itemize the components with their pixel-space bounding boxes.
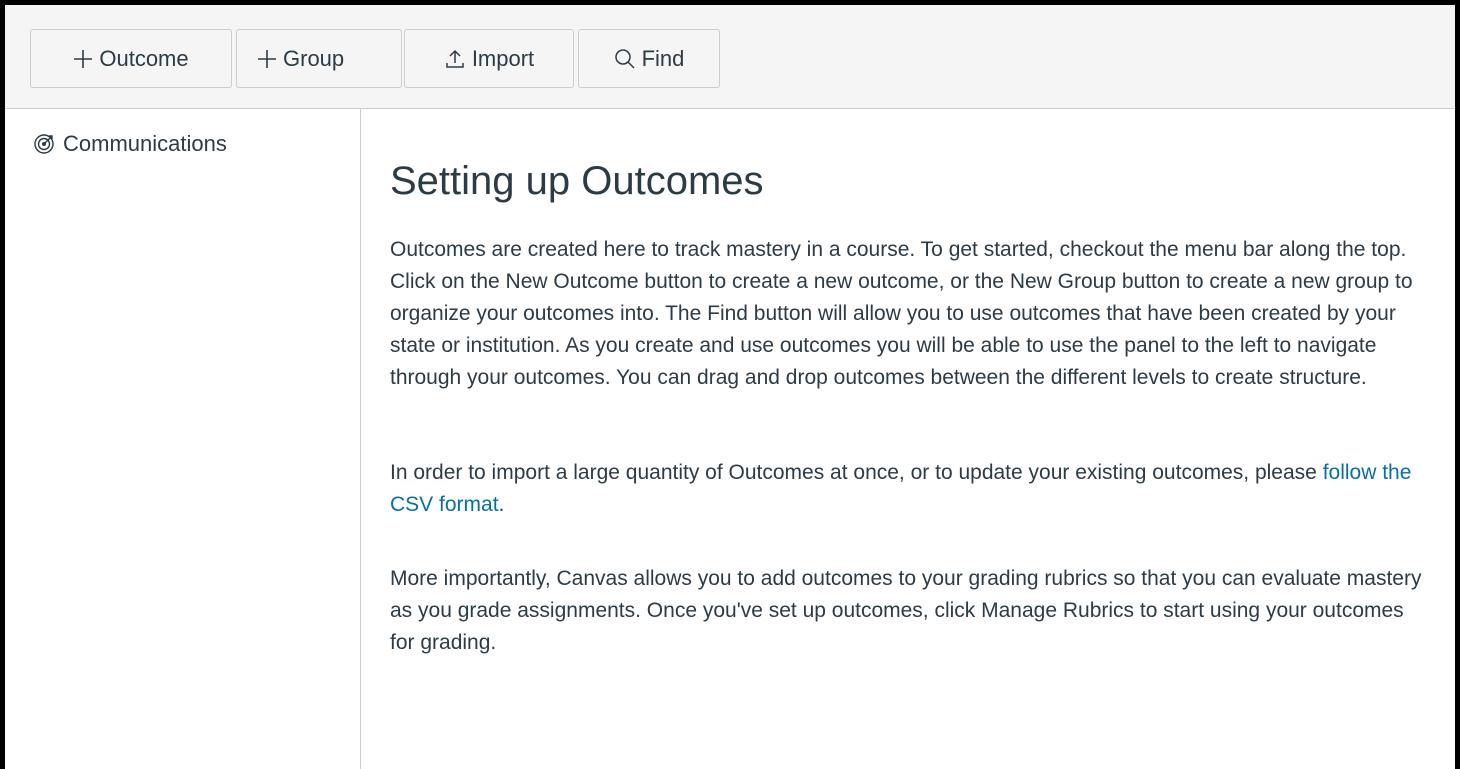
outcomes-sidebar: Communications — [5, 109, 361, 769]
import-label: Import — [471, 45, 535, 71]
search-icon — [614, 48, 636, 70]
sidebar-item-communications[interactable]: Communications — [33, 131, 227, 157]
intro-paragraph: Outcomes are created here to track maste… — [390, 238, 1413, 389]
find-label: Find — [641, 45, 685, 71]
import-button[interactable]: Import — [404, 29, 574, 88]
find-button[interactable]: Find — [578, 29, 720, 88]
add-outcome-button[interactable]: Outcome — [30, 29, 232, 88]
outcomes-target-icon — [33, 133, 55, 155]
add-group-button[interactable]: Group — [236, 29, 402, 88]
sidebar-item-label: Communications — [63, 131, 227, 156]
add-outcome-label: Outcome — [99, 45, 189, 71]
rubrics-paragraph: More importantly, Canvas allows you to a… — [390, 567, 1422, 654]
upload-icon — [444, 48, 466, 70]
toolbar: Outcome Group Import Find — [5, 5, 1455, 109]
import-paragraph: In order to import a large quantity of O… — [390, 457, 1430, 521]
outcomes-page: Outcome Group Import Find Communications… — [0, 0, 1460, 769]
plus-icon — [257, 49, 277, 69]
page-title: Setting up Outcomes — [390, 159, 764, 203]
import-text-end: . — [498, 493, 505, 516]
import-text: In order to import a large quantity of O… — [390, 461, 1323, 484]
add-group-label: Group — [283, 45, 345, 71]
plus-icon — [73, 49, 93, 69]
